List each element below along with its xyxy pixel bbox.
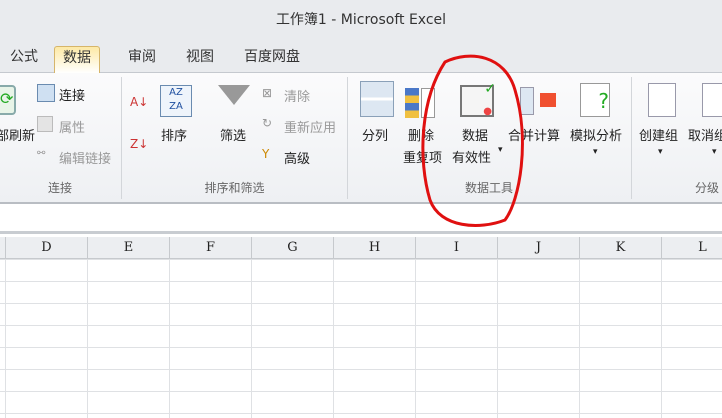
red-circle-annotation [421, 54, 524, 227]
